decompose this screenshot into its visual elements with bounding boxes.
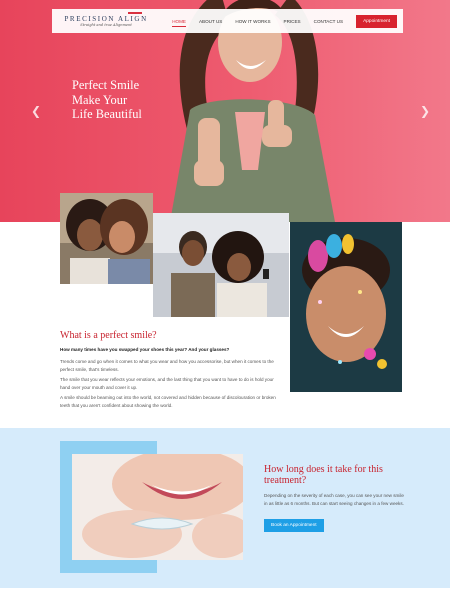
treatment-title: How long does it take for this treatment…: [264, 464, 383, 486]
perfect-smile-title: What is a perfect smile?: [60, 330, 157, 341]
book-appointment-button[interactable]: Book an Appointment: [264, 519, 324, 533]
treatment-description: Depending on the severity of each case, …: [264, 493, 404, 506]
brand-logo[interactable]: PRECISION ALIGN Straight and true Alignm…: [62, 15, 150, 28]
photo-two-friends: [60, 193, 153, 284]
photo-glitter-face: [290, 222, 402, 392]
hero-banner: PRECISION ALIGN Straight and true Alignm…: [0, 0, 450, 222]
nav-menu: HOME ABOUT US HOW IT WORKS PRICES CONTAC…: [172, 19, 356, 27]
nav-contact-us[interactable]: CONTACT US: [314, 19, 343, 24]
treatment-text: How long does it take for this treatment…: [264, 464, 404, 533]
photo-couple-phones: [153, 213, 289, 317]
nav-home[interactable]: HOME: [172, 19, 186, 27]
logo-accent-bar: [128, 12, 142, 14]
nav-about-us[interactable]: ABOUT US: [199, 19, 222, 24]
brand-name: PRECISION ALIGN: [64, 14, 148, 23]
perfect-smile-paragraph-3: A smile should be beaming out into the w…: [60, 395, 276, 408]
nav-how-it-works[interactable]: HOW IT WORKS: [235, 19, 270, 24]
top-navigation: PRECISION ALIGN Straight and true Alignm…: [52, 9, 403, 33]
photo-aligner-smile: [72, 454, 243, 560]
perfect-smile-question: How many times have you swapped your sho…: [60, 347, 230, 352]
hero-line-1: Perfect Smile: [72, 78, 140, 92]
perfect-smile-paragraph-1: Trends come and go when it comes to what…: [60, 359, 274, 372]
chevron-right-icon[interactable]: ❯: [420, 104, 430, 118]
chevron-left-icon[interactable]: ❮: [31, 104, 41, 118]
nav-prices[interactable]: PRICES: [284, 19, 301, 24]
perfect-smile-paragraph-2: The smile that you wear reflects your em…: [60, 377, 274, 390]
hero-line-3: Life Beautiful: [72, 107, 142, 121]
hero-headline: Perfect Smile Make Your Life Beautiful: [72, 78, 182, 122]
perfect-smile-section: What is a perfect smile? How many times …: [60, 330, 280, 413]
appointment-button[interactable]: Appointment: [356, 14, 397, 28]
hero-line-2: Make Your: [72, 92, 128, 107]
brand-tagline: Straight and true Alignment: [80, 22, 132, 27]
